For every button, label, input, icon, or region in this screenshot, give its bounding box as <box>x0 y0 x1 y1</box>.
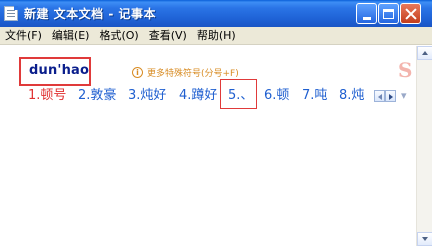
menu-help[interactable]: 帮助(H) <box>192 27 241 45</box>
close-icon <box>405 8 417 20</box>
prev-page-icon[interactable] <box>374 90 385 102</box>
candidate-7[interactable]: 7.吨 <box>302 87 327 105</box>
candidate-4[interactable]: 4.蹲好 <box>179 87 217 105</box>
scroll-down-icon[interactable] <box>417 232 432 246</box>
ime-logo: S <box>398 58 413 82</box>
scroll-up-icon[interactable] <box>417 46 432 60</box>
info-icon: i <box>132 67 143 78</box>
menu-edit[interactable]: 编辑(E) <box>47 27 95 45</box>
title-bar[interactable]: 新建 文本文档 - 记事本 <box>0 0 432 27</box>
menu-file[interactable]: 文件(F) <box>0 27 47 45</box>
next-page-icon[interactable] <box>385 90 396 102</box>
minimize-icon <box>362 16 371 20</box>
maximize-button[interactable] <box>378 3 399 24</box>
candidate-2[interactable]: 2.敦豪 <box>78 87 116 105</box>
menu-view[interactable]: 查看(V) <box>144 27 192 45</box>
chevron-down-icon[interactable]: ▾ <box>401 87 407 105</box>
candidate-pager <box>374 90 396 102</box>
minimize-button[interactable] <box>356 3 377 24</box>
candidate-6[interactable]: 6.顿 <box>264 87 289 105</box>
window-title: 新建 文本文档 - 记事本 <box>24 7 157 21</box>
candidate-1[interactable]: 1.顿号 <box>28 87 66 105</box>
more-symbols-hint[interactable]: i 更多特殊符号(分号+F) <box>132 66 239 79</box>
vertical-scrollbar[interactable] <box>416 46 432 246</box>
notepad-window: 新建 文本文档 - 记事本 文件(F) 编辑(E) 格式(O) 查看(V) 帮助… <box>0 0 432 246</box>
hint-text: 更多特殊符号(分号+F) <box>147 69 239 79</box>
pinyin-input: dun'hao <box>29 63 90 78</box>
candidate-3[interactable]: 3.炖好 <box>128 87 166 105</box>
notepad-icon <box>4 6 18 21</box>
menu-bar: 文件(F) 编辑(E) 格式(O) 查看(V) 帮助(H) <box>0 27 432 45</box>
menu-format[interactable]: 格式(O) <box>94 27 143 45</box>
candidate-5[interactable]: 5.、 <box>228 87 253 105</box>
maximize-icon <box>383 8 394 19</box>
close-button[interactable] <box>400 3 421 24</box>
candidate-8[interactable]: 8.炖 <box>339 87 364 105</box>
